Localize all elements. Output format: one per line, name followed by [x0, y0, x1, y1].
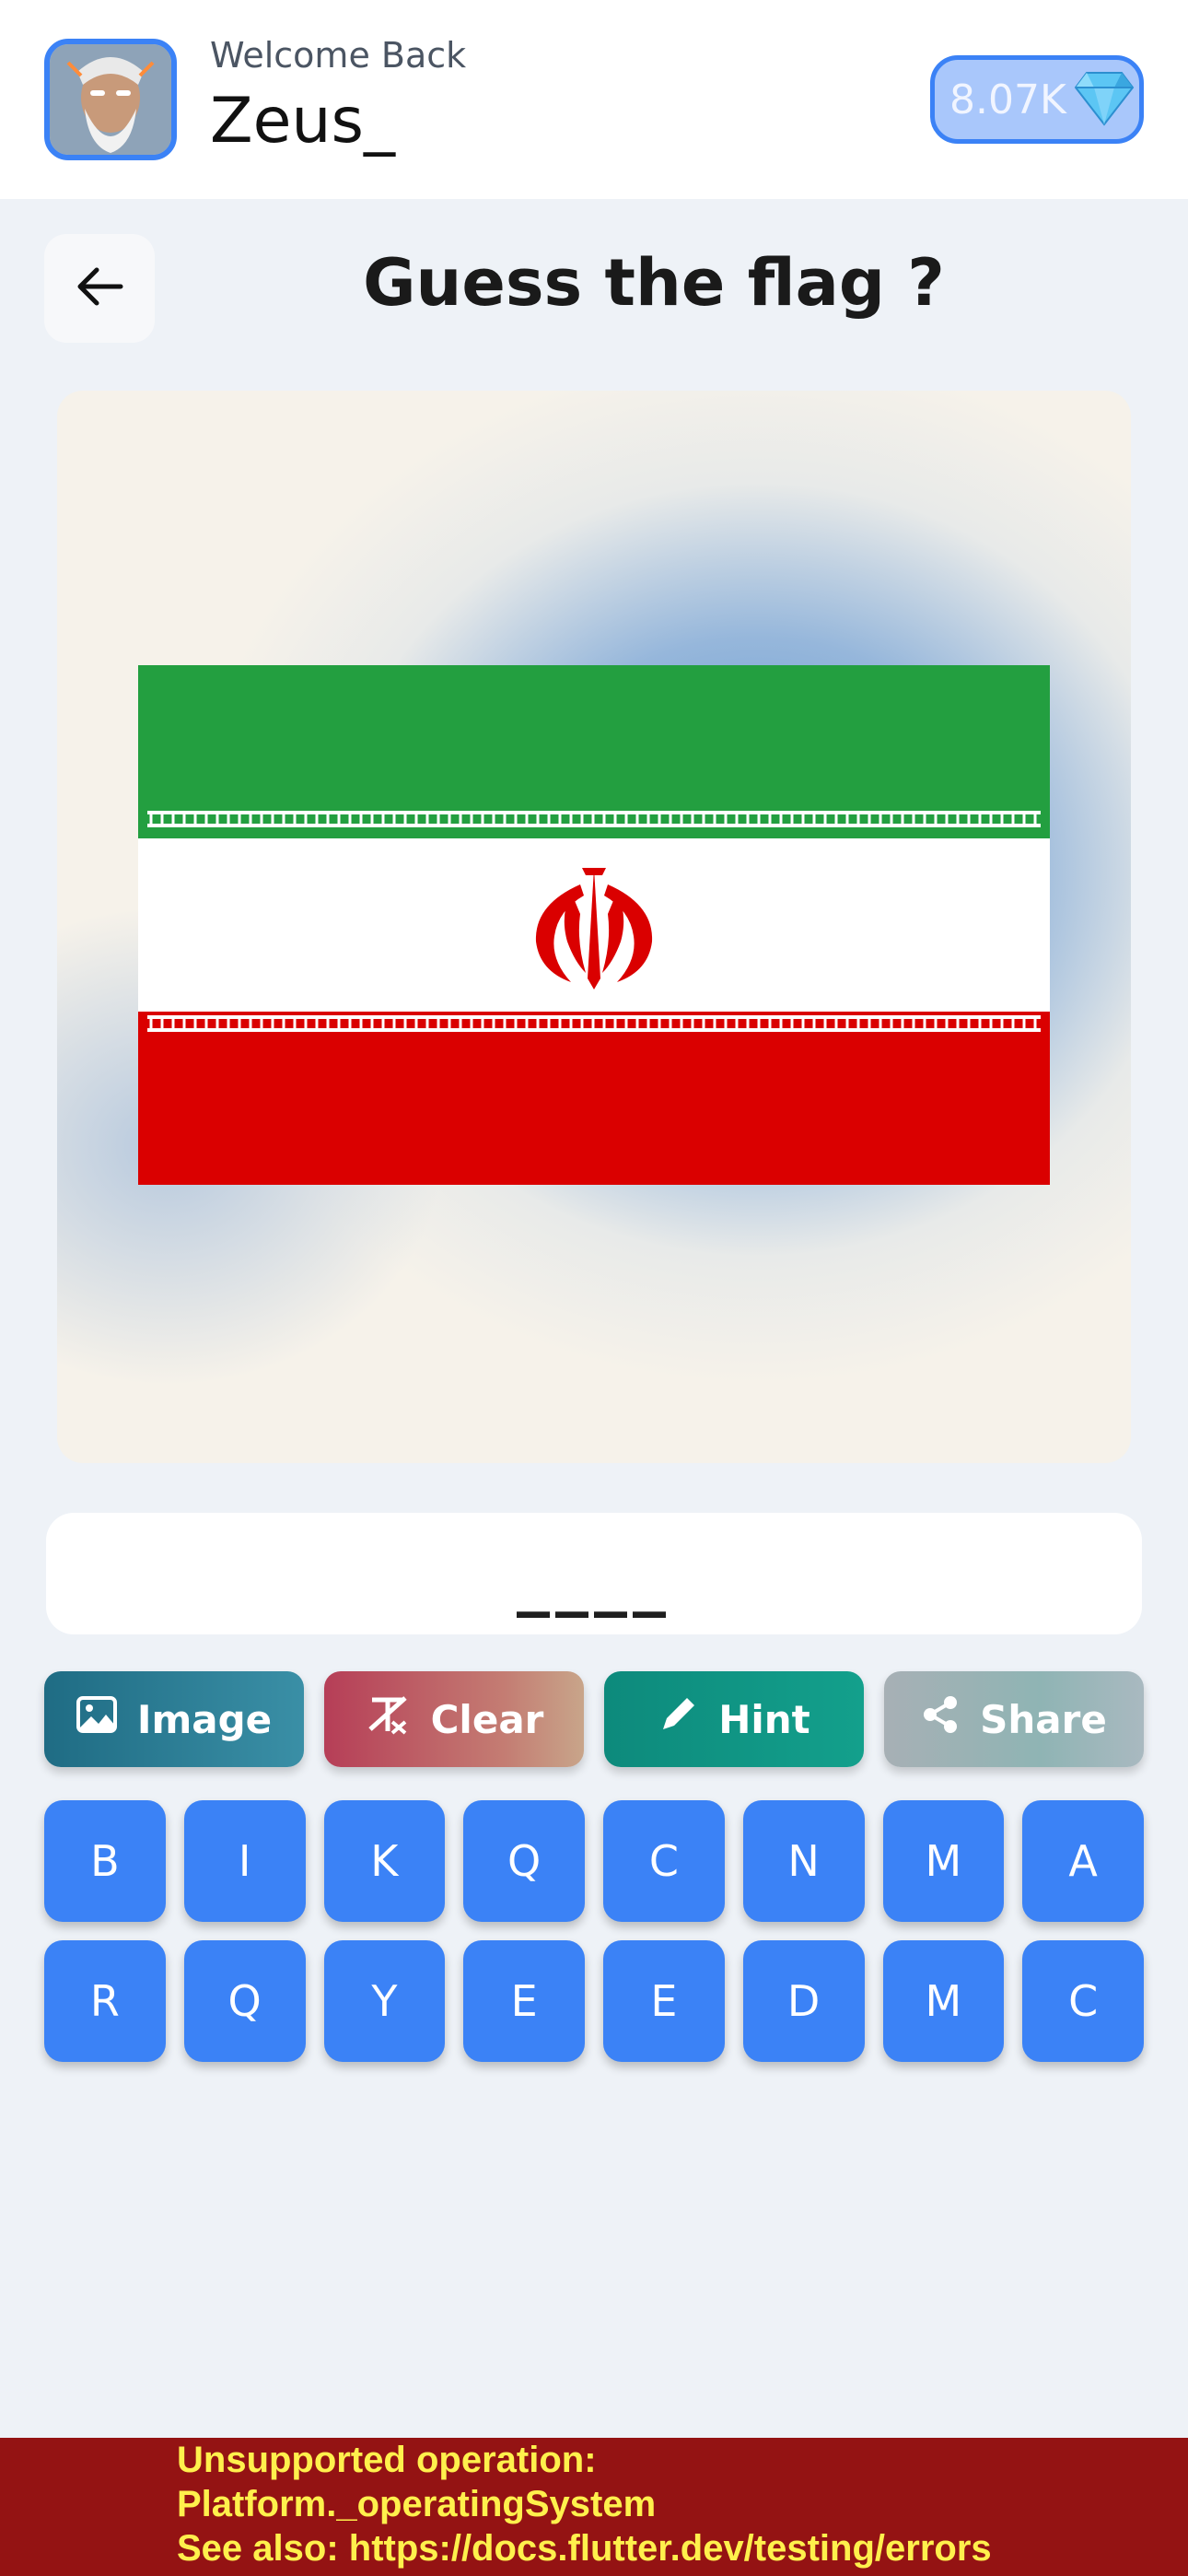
username: Zeus_ [210, 85, 395, 158]
answer-field[interactable]: ____ [46, 1513, 1142, 1634]
letter-key[interactable]: C [1022, 1940, 1144, 2062]
letter-key[interactable]: E [603, 1940, 725, 2062]
clear-button[interactable]: Clear [324, 1671, 584, 1767]
letter-key[interactable]: K [323, 1800, 446, 1922]
image-icon [76, 1696, 117, 1742]
letter-key[interactable]: Q [463, 1800, 585, 1922]
pencil-icon [658, 1694, 698, 1744]
action-bar: Image Clear Hint Share [44, 1671, 1144, 1767]
flag-card [57, 391, 1131, 1463]
page-title: Guess the flag ? [363, 245, 945, 321]
hint-button[interactable]: Hint [604, 1671, 864, 1767]
letter-row-2: R Q Y E E D M C [44, 1940, 1144, 2062]
image-button[interactable]: Image [44, 1671, 304, 1767]
letter-key[interactable]: D [742, 1940, 865, 2062]
flag-image [138, 665, 1050, 1185]
clear-button-label: Clear [430, 1696, 544, 1742]
share-icon [921, 1695, 960, 1743]
letter-key[interactable]: Y [323, 1940, 446, 2062]
share-button[interactable]: Share [884, 1671, 1144, 1767]
letter-key[interactable]: R [44, 1940, 166, 2062]
letter-key[interactable]: E [463, 1940, 585, 2062]
letter-key[interactable]: Q [183, 1940, 306, 2062]
diamond-icon [1074, 69, 1135, 130]
gem-count: 8.07K [949, 76, 1066, 123]
avatar[interactable] [44, 39, 177, 160]
share-button-label: Share [980, 1696, 1107, 1742]
letter-key[interactable]: M [882, 1940, 1005, 2062]
welcome-text: Welcome Back [210, 35, 467, 76]
letter-key[interactable]: B [44, 1800, 166, 1922]
error-message: Unsupported operation: Platform._operati… [177, 2440, 992, 2569]
letter-key[interactable]: I [183, 1800, 306, 1922]
answer-placeholder: ____ [517, 1540, 671, 1618]
gem-balance[interactable]: 8.07K [930, 55, 1144, 144]
clear-format-icon [365, 1694, 411, 1744]
letter-key[interactable]: N [742, 1800, 865, 1922]
image-button-label: Image [136, 1696, 273, 1742]
error-banner: Unsupported operation: Platform._operati… [0, 2438, 1188, 2576]
hint-button-label: Hint [718, 1696, 810, 1742]
letter-key[interactable]: M [882, 1800, 1005, 1922]
app-header: Welcome Back Zeus_ 8.07K [0, 0, 1188, 199]
letter-key[interactable]: C [603, 1800, 725, 1922]
letter-row-1: B I K Q C N M A [44, 1800, 1144, 1922]
letter-key[interactable]: A [1022, 1800, 1144, 1922]
